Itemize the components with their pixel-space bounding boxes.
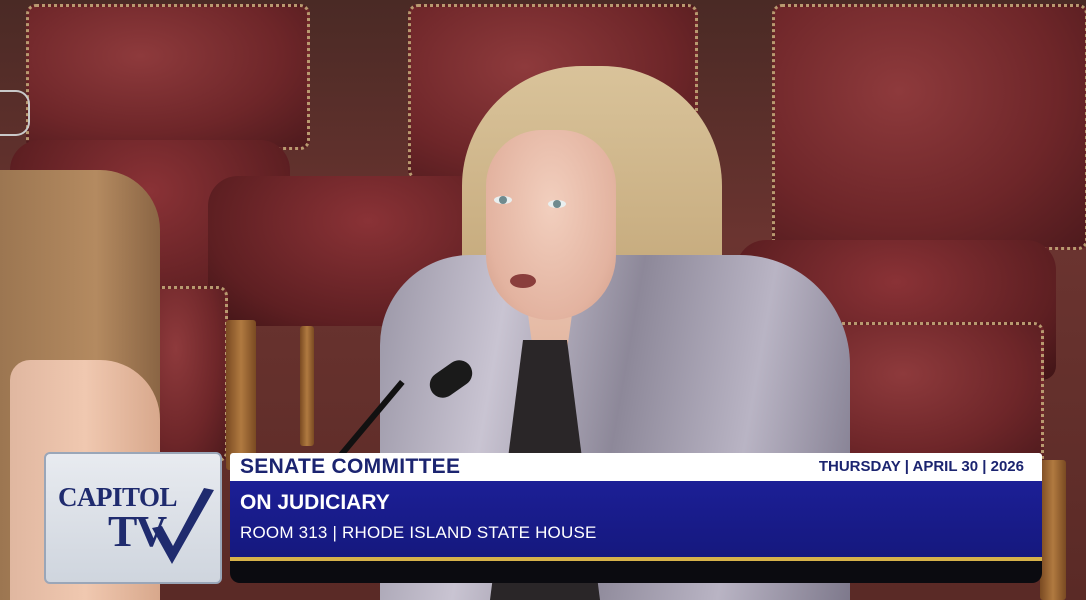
banner-date: THURSDAY | APRIL 30 | 2026: [818, 458, 1024, 475]
checkmark-icon: [152, 488, 214, 564]
eyeglasses: [0, 90, 30, 136]
chair: [772, 4, 1086, 250]
banner-header: SENATE COMMITTEE THURSDAY | APRIL 30 | 2…: [230, 453, 1042, 481]
banner-footer: [230, 561, 1042, 583]
speaker-face: [486, 130, 616, 320]
banner-title: SENATE COMMITTEE: [240, 455, 461, 478]
chair: [26, 4, 310, 150]
speaker-eye: [548, 200, 566, 208]
chair-leg: [1040, 460, 1066, 600]
speaker-mouth: [510, 274, 536, 288]
chair-leg: [300, 326, 314, 446]
chair-leg: [226, 320, 256, 470]
banner-committee-name: ON JUDICIARY: [240, 491, 390, 514]
speaker-eye: [494, 196, 512, 204]
capitol-tv-logo: CAPITOL TV: [44, 452, 222, 584]
banner-location: ROOM 313 | RHODE ISLAND STATE HOUSE: [240, 523, 597, 542]
banner-body: ON JUDICIARY ROOM 313 | RHODE ISLAND STA…: [230, 481, 1042, 557]
